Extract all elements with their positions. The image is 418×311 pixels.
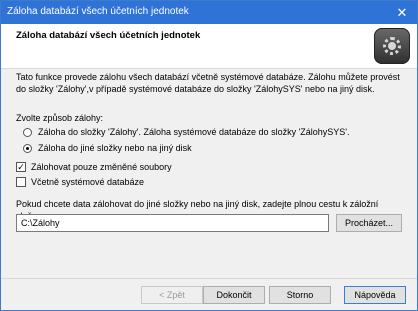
footer-divider <box>1 278 417 279</box>
checkbox-include-system-label: Včetně systémové databáze <box>31 177 145 187</box>
checkbox-checked-icon[interactable]: ✓ <box>16 162 26 172</box>
radio-other-folder-label: Záloha do jiné složky nebo na jiný disk <box>38 143 192 153</box>
radio-indicator[interactable] <box>23 127 32 137</box>
description-text: Tato funkce provede zálohu všech databáz… <box>16 72 400 94</box>
close-icon[interactable]: ✕ <box>387 1 417 24</box>
checkbox-include-system[interactable]: Včetně systémové databáze <box>16 177 144 187</box>
radio-other-folder[interactable]: Záloha do jiné složky nebo na jiný disk <box>23 143 192 153</box>
gear-center <box>388 42 396 50</box>
page-title: Záloha databází všech účetních jednotek <box>16 30 201 41</box>
radio-indicator-selected[interactable] <box>23 143 32 153</box>
title-bar: Záloha databází všech účetních jednotek … <box>1 1 417 24</box>
checkbox-unchecked-icon[interactable] <box>16 177 26 187</box>
backup-mode-label: Zvolte způsob zálohy: <box>16 113 104 123</box>
back-button[interactable]: < Zpět <box>141 286 203 304</box>
cancel-button[interactable]: Storno <box>269 286 331 304</box>
finish-button[interactable]: Dokončit <box>203 286 265 304</box>
checkbox-changed-only-label: Zálohovat pouze změněné soubory <box>31 162 172 172</box>
backup-dialog: Záloha databází všech účetních jednotek … <box>0 0 418 311</box>
gear-logo-icon <box>374 28 410 64</box>
wizard-header: Záloha databází všech účetních jednotek <box>1 24 417 69</box>
radio-default-folder[interactable]: Záloha do složky 'Zálohy'. Záloha systém… <box>23 127 350 137</box>
help-button[interactable]: Nápověda <box>344 286 406 304</box>
radio-default-folder-label: Záloha do složky 'Zálohy'. Záloha systém… <box>38 127 350 137</box>
window-title: Záloha databází všech účetních jednotek <box>7 6 189 17</box>
checkbox-changed-only[interactable]: ✓ Zálohovat pouze změněné soubory <box>16 162 172 172</box>
backup-path-input[interactable]: C:\Zálohy <box>16 214 329 232</box>
browse-button[interactable]: Procházet... <box>336 214 402 232</box>
